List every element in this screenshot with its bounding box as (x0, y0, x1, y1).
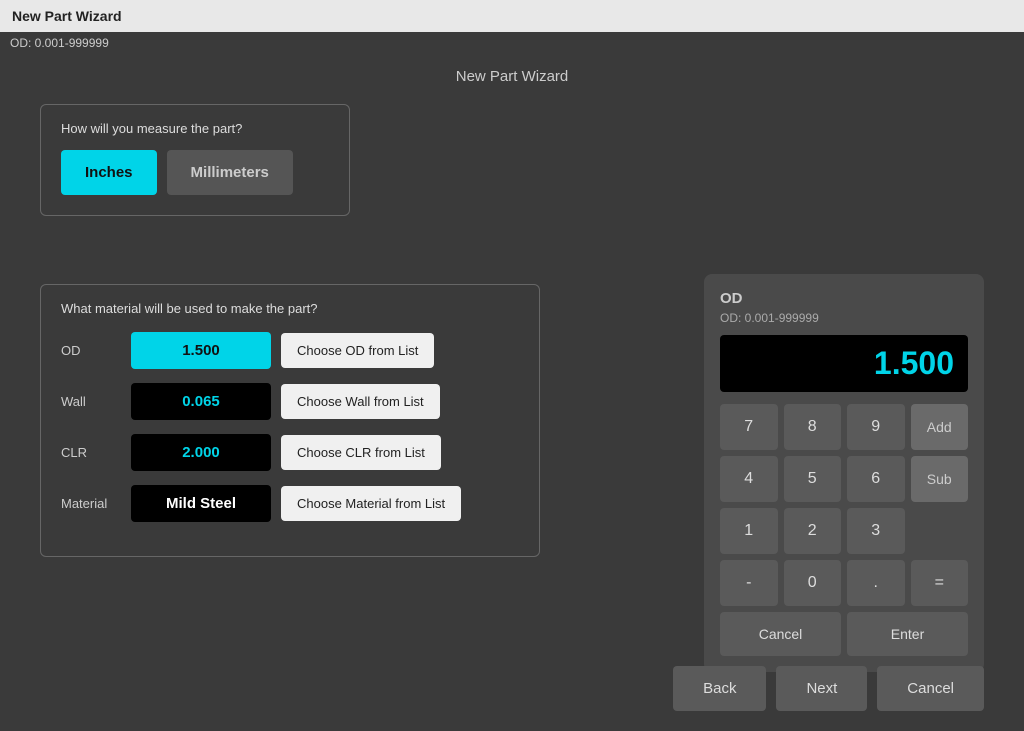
wall-row: Wall 0.065 Choose Wall from List (61, 383, 519, 420)
back-button[interactable]: Back (673, 666, 766, 711)
millimeters-button[interactable]: Millimeters (167, 150, 293, 195)
wall-label: Wall (61, 394, 121, 409)
numpad-7[interactable]: 7 (720, 404, 778, 450)
numpad-equals[interactable]: = (911, 560, 969, 606)
numpad-8[interactable]: 8 (784, 404, 842, 450)
choose-wall-button[interactable]: Choose Wall from List (281, 384, 440, 419)
numpad-range: OD: 0.001-999999 (720, 311, 968, 325)
material-row: Material Mild Steel Choose Material from… (61, 485, 519, 522)
numpad-3[interactable]: 3 (847, 508, 905, 554)
inches-button[interactable]: Inches (61, 150, 157, 195)
numpad-6[interactable]: 6 (847, 456, 905, 502)
od-value[interactable]: 1.500 (131, 332, 271, 369)
choose-material-button[interactable]: Choose Material from List (281, 486, 461, 521)
numpad-minus[interactable]: - (720, 560, 778, 606)
clr-label: CLR (61, 445, 121, 460)
numpad-5[interactable]: 5 (784, 456, 842, 502)
material-value[interactable]: Mild Steel (131, 485, 271, 522)
wall-value[interactable]: 0.065 (131, 383, 271, 420)
window-title: New Part Wizard (12, 8, 122, 24)
bottom-nav: Back Next Cancel (673, 666, 984, 711)
clr-value[interactable]: 2.000 (131, 434, 271, 471)
measure-label: How will you measure the part? (61, 121, 329, 136)
material-label: Material (61, 496, 121, 511)
od-row: OD 1.500 Choose OD from List (61, 332, 519, 369)
od-range-label: OD: 0.001-999999 (10, 36, 109, 50)
choose-od-button[interactable]: Choose OD from List (281, 333, 434, 368)
numpad-4[interactable]: 4 (720, 456, 778, 502)
cancel-button[interactable]: Cancel (877, 666, 984, 711)
od-label: OD (61, 343, 121, 358)
numpad-display: 1.500 (720, 335, 968, 392)
next-button[interactable]: Next (776, 666, 867, 711)
material-section-label: What material will be used to make the p… (61, 301, 519, 316)
numpad-display-value: 1.500 (874, 345, 954, 381)
numpad-add[interactable]: Add (911, 404, 969, 450)
page-title: New Part Wizard (456, 68, 569, 85)
measure-section: How will you measure the part? Inches Mi… (40, 104, 350, 216)
numpad-title: OD (720, 290, 968, 307)
numpad-1[interactable]: 1 (720, 508, 778, 554)
numpad-cancel[interactable]: Cancel (720, 612, 841, 656)
numpad-2[interactable]: 2 (784, 508, 842, 554)
numpad-panel: OD OD: 0.001-999999 1.500 7 8 9 Add 4 5 … (704, 274, 984, 672)
numpad-0[interactable]: 0 (784, 560, 842, 606)
numpad-sub[interactable]: Sub (911, 456, 969, 502)
numpad-9[interactable]: 9 (847, 404, 905, 450)
numpad-dot[interactable]: . (847, 560, 905, 606)
choose-clr-button[interactable]: Choose CLR from List (281, 435, 441, 470)
numpad-enter[interactable]: Enter (847, 612, 968, 656)
clr-row: CLR 2.000 Choose CLR from List (61, 434, 519, 471)
material-section: What material will be used to make the p… (40, 284, 540, 557)
